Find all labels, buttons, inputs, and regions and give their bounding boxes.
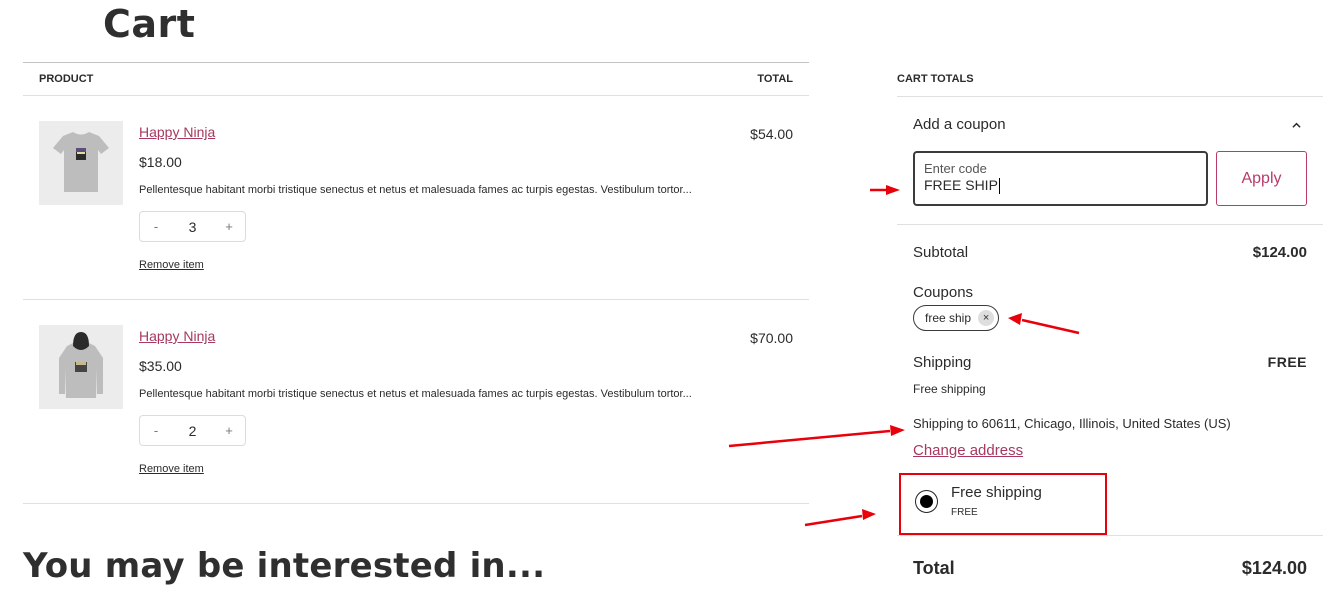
shipping-option-label: Free shipping (951, 484, 1042, 501)
annotation-arrow-head (890, 425, 905, 436)
line-total: $70.00 (750, 330, 793, 346)
coupon-code-input[interactable]: Enter code FREE SHIP (913, 151, 1208, 206)
coupon-panel: Add a coupon Enter code FREE SHIP Apply (897, 97, 1323, 225)
annotation-arrow-head (1008, 313, 1022, 325)
decrement-button[interactable]: - (150, 219, 162, 234)
product-link[interactable]: Happy Ninja (139, 328, 215, 344)
line-total: $54.00 (750, 126, 793, 142)
quantity-input[interactable]: 3 (189, 219, 197, 235)
cart-item: Happy Ninja $35.00 Pellentesque habitant… (23, 300, 809, 504)
product-description: Pellentesque habitant morbi tristique se… (139, 184, 692, 196)
product-link[interactable]: Happy Ninja (139, 124, 215, 140)
add-coupon-toggle[interactable]: Add a coupon (913, 116, 1006, 133)
hoodie-image[interactable] (39, 325, 123, 409)
unit-price: $18.00 (139, 154, 182, 170)
shipping-option-price: FREE (951, 507, 978, 518)
cart-totals-heading: CART TOTALS (897, 62, 1323, 97)
radio-selected-dot (920, 495, 933, 508)
product-column-header: PRODUCT (39, 73, 94, 85)
change-address-link[interactable]: Change address (913, 442, 1023, 459)
remove-item-link[interactable]: Remove item (139, 463, 204, 475)
remove-coupon-icon[interactable]: × (978, 310, 995, 326)
text-caret (998, 178, 1000, 195)
shipping-method-name: Free shipping (913, 382, 986, 396)
cross-sells-heading: You may be interested in... (23, 546, 546, 586)
product-description: Pellentesque habitant morbi tristique se… (139, 388, 692, 400)
coupon-chip-label: free ship (925, 311, 972, 325)
quantity-stepper: - 2 + (139, 415, 246, 446)
page-title: Cart (103, 2, 196, 46)
chevron-up-icon[interactable] (1292, 121, 1301, 130)
coupon-input-label: Enter code (924, 161, 987, 176)
increment-button[interactable]: + (223, 219, 235, 234)
cart-table-header: PRODUCT TOTAL (23, 63, 809, 96)
increment-button[interactable]: + (223, 423, 235, 438)
hoodie-icon (59, 332, 103, 398)
quantity-stepper: - 3 + (139, 211, 246, 242)
annotation-arrow-head (862, 509, 876, 520)
annotation-arrow (804, 514, 863, 527)
remove-item-link[interactable]: Remove item (139, 259, 204, 271)
coupon-input-value: FREE SHIP (924, 177, 998, 193)
order-total-label: Total (913, 558, 955, 578)
shipping-radio[interactable] (915, 490, 938, 513)
total-column-header: TOTAL (757, 73, 793, 85)
tshirt-image[interactable] (39, 121, 123, 205)
cart-totals: CART TOTALS Add a coupon Enter code FREE… (897, 62, 1323, 578)
cart-item: Happy Ninja $18.00 Pellentesque habitant… (23, 96, 809, 300)
subtotal-label: Subtotal (913, 244, 969, 261)
coupons-label: Coupons (913, 284, 974, 301)
shipping-label: Shipping (913, 354, 972, 371)
decrement-button[interactable]: - (150, 423, 162, 438)
shipping-value: FREE (1267, 354, 1307, 370)
tshirt-icon (53, 132, 109, 192)
apply-coupon-button[interactable]: Apply (1216, 151, 1307, 206)
applied-coupon-chip: free ship × (913, 305, 1000, 331)
cart-table: PRODUCT TOTAL Happy Ninja $18.00 Pellent… (23, 62, 809, 504)
subtotal-value: $124.00 (1252, 244, 1307, 261)
quantity-input[interactable]: 2 (189, 423, 197, 439)
annotation-arrow (1021, 318, 1080, 335)
order-total-value: $124.00 (1241, 558, 1307, 578)
shipping-option-free[interactable]: Free shipping FREE (899, 473, 1107, 535)
divider (897, 535, 1323, 536)
unit-price: $35.00 (139, 358, 182, 374)
shipping-destination: Shipping to 60611, Chicago, Illinois, Un… (913, 416, 1231, 431)
